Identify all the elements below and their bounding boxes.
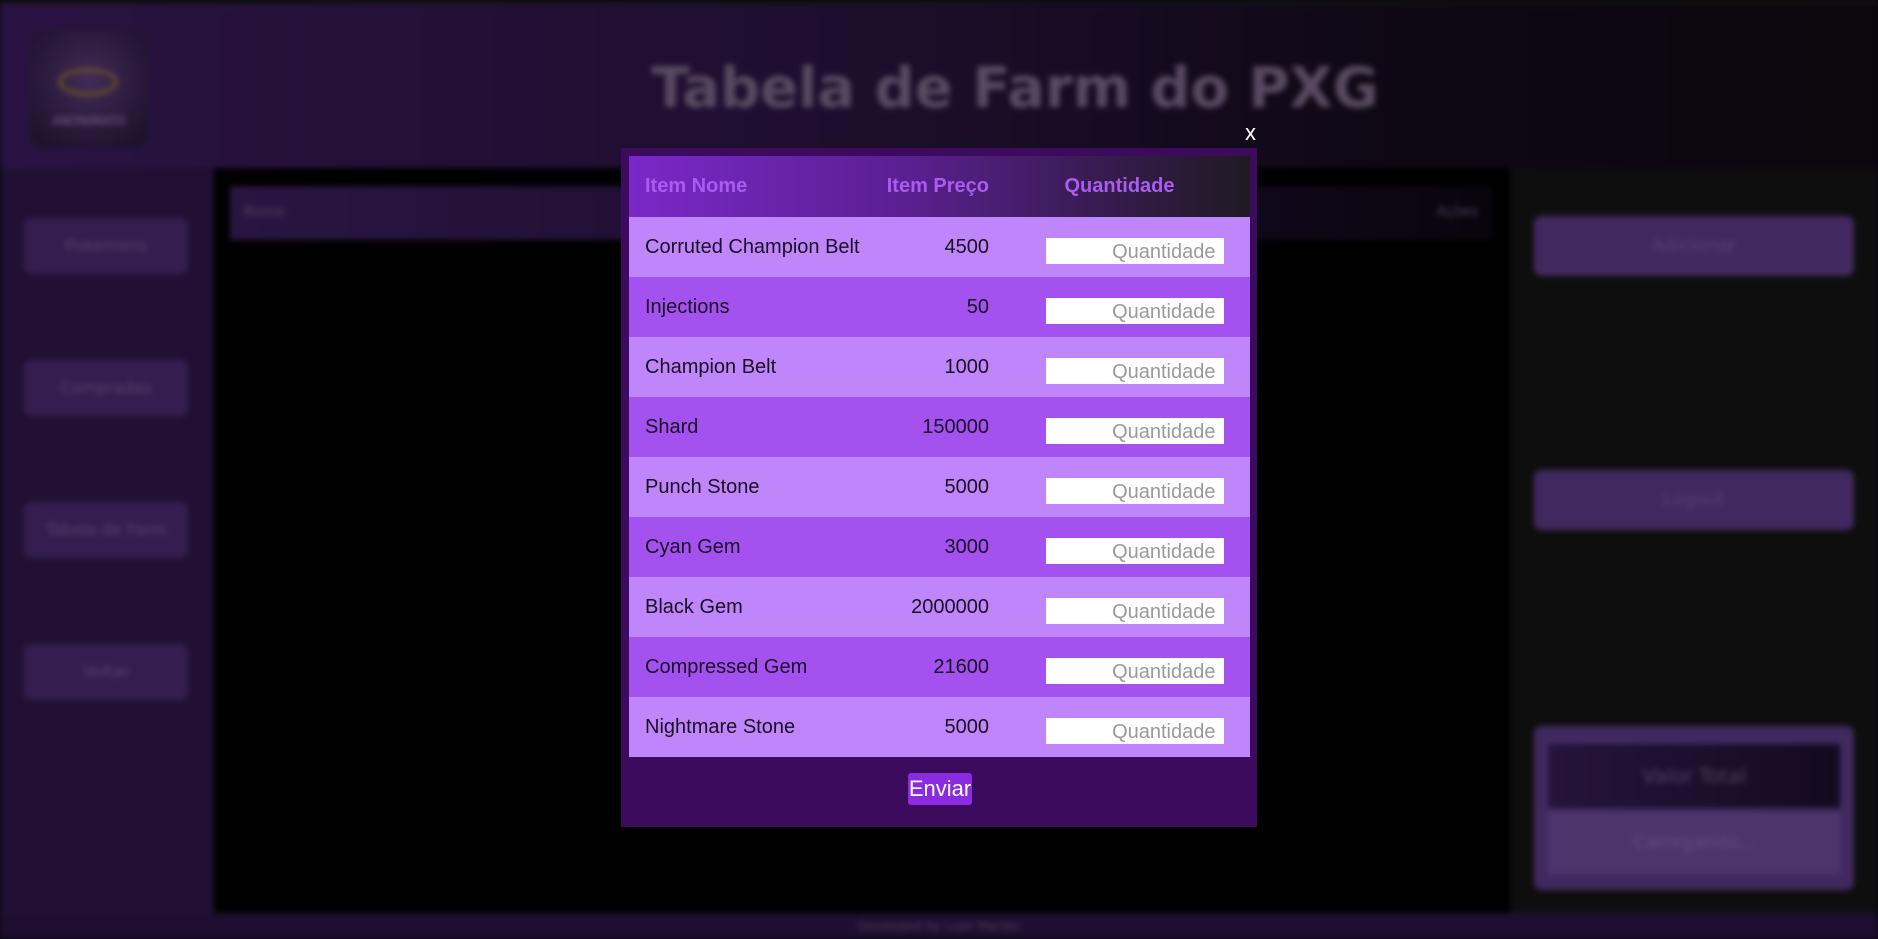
quantity-input[interactable] (1045, 418, 1224, 444)
item-name: Shard (645, 415, 699, 438)
item-name: Black Gem (645, 595, 743, 618)
items-table: Item Nome Item Preço Quantidade Corruted… (629, 156, 1250, 757)
items-table-header: Item Nome Item Preço Quantidade (629, 156, 1250, 217)
item-price: 50 (966, 295, 989, 318)
quantity-input[interactable] (1045, 478, 1224, 504)
item-price: 150000 (922, 415, 989, 438)
table-row: Compressed Gem 21600 (629, 637, 1250, 697)
table-row: Cyan Gem 3000 (629, 517, 1250, 577)
item-price: 21600 (933, 655, 989, 678)
quantity-input[interactable] (1045, 358, 1224, 384)
item-price: 4500 (944, 235, 990, 258)
item-name: Champion Belt (645, 355, 777, 378)
table-row: Champion Belt 1000 (629, 337, 1250, 397)
header-quantity: Quantidade (1064, 175, 1175, 197)
table-row: Punch Stone 5000 (629, 457, 1250, 517)
item-name: Injections (645, 295, 730, 318)
close-modal-button[interactable]: x (1245, 120, 1256, 146)
quantity-input[interactable] (1045, 298, 1224, 324)
item-name: Corruted Champion Belt (645, 235, 860, 258)
item-name: Nightmare Stone (645, 715, 796, 738)
submit-button[interactable]: Enviar (908, 773, 972, 805)
item-price: 5000 (944, 475, 990, 498)
table-row: Injections 50 (629, 277, 1250, 337)
header-item-price: Item Preço (886, 175, 989, 197)
table-row: Shard 150000 (629, 397, 1250, 457)
table-row: Corruted Champion Belt 4500 (629, 217, 1250, 277)
header-item-name: Item Nome (645, 175, 748, 197)
farm-items-modal: Item Nome Item Preço Quantidade Corruted… (621, 148, 1257, 827)
quantity-input[interactable] (1045, 598, 1224, 624)
item-name: Compressed Gem (645, 655, 808, 678)
table-row: Nightmare Stone 5000 (629, 697, 1250, 757)
table-row: Black Gem 2000000 (629, 577, 1250, 637)
item-price: 2000000 (911, 595, 989, 618)
item-price: 5000 (944, 715, 990, 738)
item-price: 1000 (944, 355, 990, 378)
item-name: Punch Stone (645, 475, 760, 498)
quantity-input[interactable] (1045, 538, 1224, 564)
quantity-input[interactable] (1045, 238, 1224, 264)
item-price: 3000 (944, 535, 990, 558)
item-name: Cyan Gem (645, 535, 741, 558)
quantity-input[interactable] (1045, 718, 1224, 744)
quantity-input[interactable] (1045, 658, 1224, 684)
